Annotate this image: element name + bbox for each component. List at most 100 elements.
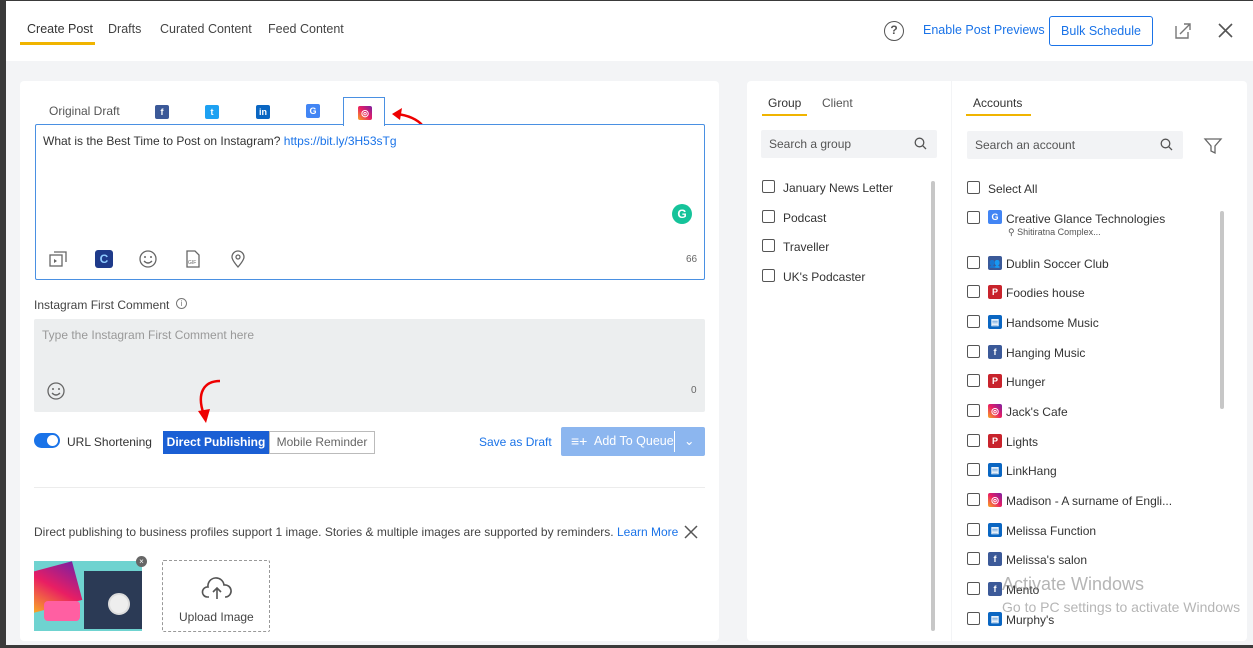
twitter-icon[interactable]: t: [205, 105, 219, 119]
direct-publishing-notice: Direct publishing to business profiles s…: [34, 525, 679, 539]
account-checkbox[interactable]: [967, 552, 980, 565]
account-checkbox[interactable]: [967, 523, 980, 536]
account-name: Melissa Function: [1006, 524, 1097, 538]
group-checkbox[interactable]: [762, 239, 775, 252]
group-label: Traveller: [783, 240, 830, 254]
group-checkbox[interactable]: [762, 180, 775, 193]
account-name: Hunger: [1006, 375, 1046, 389]
select-all-checkbox[interactable]: [967, 181, 980, 194]
comment-emoji-icon[interactable]: [46, 381, 66, 401]
learn-more-link[interactable]: Learn More: [617, 525, 678, 539]
tab-feed-content[interactable]: Feed Content: [268, 22, 344, 36]
create-post-modal: Create Post Drafts Curated Content Feed …: [6, 1, 1253, 645]
group-checkbox[interactable]: [762, 269, 775, 282]
add-to-queue-button[interactable]: ≡+ Add To Queue ⌄: [561, 427, 705, 456]
account-name: Foodies house: [1006, 286, 1085, 300]
groups-scrollbar[interactable]: [931, 181, 935, 631]
tab-curated-content[interactable]: Curated Content: [160, 22, 252, 36]
chevron-down-icon[interactable]: ⌄: [684, 427, 694, 456]
bulk-schedule-button[interactable]: Bulk Schedule: [1049, 16, 1153, 46]
account-name: Handsome Music: [1006, 316, 1099, 330]
group-label: Podcast: [783, 211, 827, 225]
windows-watermark-subtitle: Go to PC settings to activate Windows: [1002, 599, 1241, 615]
filter-icon[interactable]: [1203, 136, 1223, 156]
canva-icon[interactable]: C: [95, 250, 113, 268]
post-link[interactable]: https://bit.ly/3H53sTg: [284, 134, 397, 148]
tab-drafts[interactable]: Drafts: [108, 22, 141, 36]
account-name: Melissa's salon: [1006, 553, 1087, 567]
mobile-reminder-button[interactable]: Mobile Reminder: [269, 431, 375, 454]
account-checkbox[interactable]: [967, 493, 980, 506]
account-name: Dublin Soccer Club: [1006, 257, 1109, 271]
minimize-icon[interactable]: [1174, 22, 1192, 40]
linkedin-page-icon: ▤: [988, 315, 1002, 329]
search-icon: [1160, 138, 1173, 151]
account-name: Lights: [1006, 435, 1039, 449]
save-as-draft-button[interactable]: Save as Draft: [479, 435, 552, 449]
enable-post-previews-link[interactable]: Enable Post Previews: [923, 23, 1045, 37]
char-count: 66: [686, 254, 698, 265]
first-comment-label: Instagram First Comment: [34, 298, 170, 312]
facebook-icon[interactable]: f: [155, 105, 169, 119]
facebook-icon: f: [988, 552, 1002, 566]
tab-instagram[interactable]: ◎: [343, 97, 385, 126]
post-text: What is the Best Time to Post on Instagr…: [43, 134, 397, 148]
search-group-placeholder: Search a group: [769, 137, 852, 151]
account-name: Murphy's: [1006, 613, 1055, 627]
pinterest-icon: P: [988, 374, 1002, 388]
linkedin-icon[interactable]: in: [256, 105, 270, 119]
media-library-icon[interactable]: [48, 249, 68, 269]
tab-accounts[interactable]: Accounts: [973, 96, 1022, 110]
tab-group[interactable]: Group: [768, 96, 801, 110]
accounts-scrollbar[interactable]: [1220, 211, 1224, 409]
dismiss-notice-icon[interactable]: [684, 525, 698, 539]
url-shortening-label: URL Shortening: [67, 435, 152, 449]
account-checkbox[interactable]: [967, 285, 980, 298]
account-checkbox[interactable]: [967, 345, 980, 358]
account-name: Jack's Cafe: [1006, 405, 1068, 419]
account-location: ⚲ Shitiratna Complex...: [1008, 227, 1101, 237]
active-tab-underline: [20, 42, 95, 45]
uploaded-image-thumbnail[interactable]: [34, 561, 142, 631]
group-label: UK's Podcaster: [783, 270, 866, 284]
account-name: Madison - A surname of Engli...: [1006, 494, 1173, 508]
location-icon[interactable]: [228, 249, 248, 269]
close-icon[interactable]: [1218, 23, 1233, 38]
account-name: Creative Glance Technologies: [1006, 212, 1166, 226]
group-label: January News Letter: [783, 181, 894, 195]
tab-original-draft[interactable]: Original Draft: [49, 104, 120, 118]
remove-image-icon[interactable]: ×: [136, 556, 147, 567]
google-business-icon[interactable]: G: [306, 104, 320, 118]
info-icon[interactable]: i: [176, 298, 187, 309]
account-checkbox[interactable]: [967, 374, 980, 387]
upload-image-button[interactable]: Upload Image: [162, 560, 270, 632]
account-checkbox[interactable]: [967, 256, 980, 269]
group-checkbox[interactable]: [762, 210, 775, 223]
add-to-queue-label: Add To Queue: [594, 434, 674, 448]
url-shortening-toggle[interactable]: [34, 433, 60, 448]
tab-create-post[interactable]: Create Post: [27, 22, 93, 36]
linkedin-page-icon: ▤: [988, 523, 1002, 537]
emoji-icon[interactable]: [138, 249, 158, 269]
queue-icon: ≡+: [571, 433, 588, 449]
grammarly-icon[interactable]: G: [672, 204, 692, 224]
search-icon: [914, 137, 927, 150]
search-group-input[interactable]: Search a group: [761, 130, 937, 158]
account-checkbox[interactable]: [967, 404, 980, 417]
comment-char-count: 0: [691, 385, 697, 396]
linkedin-page-icon: ▤: [988, 612, 1002, 626]
account-checkbox[interactable]: [967, 434, 980, 447]
tab-client[interactable]: Client: [822, 96, 853, 110]
facebook-group-icon: 👥: [988, 256, 1002, 270]
account-checkbox[interactable]: [967, 211, 980, 224]
account-checkbox[interactable]: [967, 612, 980, 625]
account-checkbox[interactable]: [967, 463, 980, 476]
post-editor[interactable]: What is the Best Time to Post on Instagr…: [35, 124, 705, 280]
windows-watermark-title: Activate Windows: [1002, 574, 1145, 594]
gif-icon[interactable]: GIF: [183, 249, 203, 269]
account-checkbox[interactable]: [967, 582, 980, 595]
help-icon[interactable]: ?: [884, 21, 904, 41]
direct-publishing-button[interactable]: Direct Publishing: [163, 431, 269, 454]
search-account-input[interactable]: Search an account: [967, 131, 1183, 159]
account-checkbox[interactable]: [967, 315, 980, 328]
